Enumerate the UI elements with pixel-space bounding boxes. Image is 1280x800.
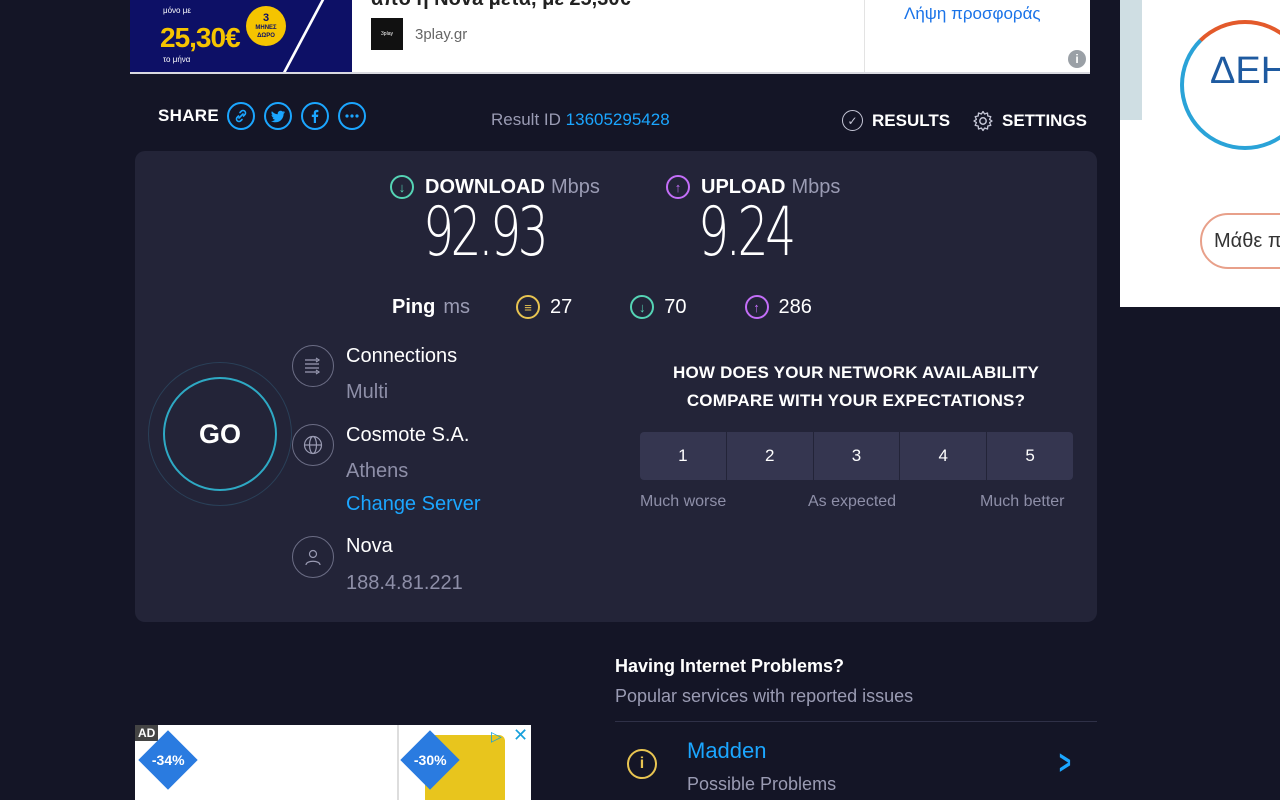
rating-option-1[interactable]: 1	[640, 432, 726, 480]
ip-address: 188.4.81.221	[346, 572, 463, 594]
ping-row: Ping ms ≡ 27 ↓ 70 ↑ 286	[392, 295, 870, 319]
settings-button[interactable]: SETTINGS	[972, 110, 1087, 132]
settings-label: SETTINGS	[1002, 111, 1088, 130]
ad-stripe	[1120, 0, 1142, 120]
twitter-icon[interactable]	[264, 102, 293, 130]
ad-small-text: μόνο με	[163, 6, 191, 15]
change-server-link[interactable]: Change Server	[346, 493, 481, 516]
download-unit: Mbps	[550, 175, 600, 198]
close-icon[interactable]: ✕	[513, 725, 528, 746]
problems-subtitle: Popular services with reported issues	[615, 686, 914, 706]
more-options-icon[interactable]	[338, 102, 367, 130]
rating-high-label: Much better	[980, 493, 1065, 510]
rating-option-5[interactable]: 5	[987, 432, 1073, 480]
server-city: Athens	[346, 460, 409, 482]
user-icon	[292, 536, 334, 578]
share-label: SHARE	[158, 106, 220, 125]
ping-upload: ↑ 286	[744, 295, 812, 319]
results-card: ↓ DOWNLOAD Mbps 92.93 ↑ UPLOAD Mbps 9.24…	[135, 151, 1097, 622]
ad-badge-number: 3	[262, 12, 270, 24]
right-side-ad[interactable]: ΔΕΗ Μάθε περισσότερα	[1120, 0, 1280, 307]
ping-idle-value: 27	[550, 295, 573, 318]
discount-2-text: -30%	[413, 752, 447, 768]
connections-icon	[292, 345, 334, 387]
ping-upload-value: 286	[778, 295, 812, 318]
dei-logo-text: ΔΕΗ	[1210, 50, 1280, 92]
connections-title: Connections	[346, 345, 458, 367]
connections-value: Multi	[346, 381, 389, 403]
ad-tag: AD	[135, 725, 159, 741]
ad-per-month: το μήνα	[163, 55, 191, 64]
ping-download-value: 70	[664, 295, 687, 318]
info-icon: i	[627, 749, 657, 779]
problem-status: Possible Problems	[687, 774, 837, 794]
server-name: Cosmote S.A.	[346, 424, 470, 446]
problem-service-name[interactable]: Madden	[687, 738, 767, 764]
adchoices-icon[interactable]: ▷	[491, 728, 502, 745]
isp-name: Nova	[346, 535, 393, 557]
ad-separator	[397, 725, 399, 800]
results-button[interactable]: ✓ RESULTS	[842, 110, 950, 131]
ping-unit: ms	[443, 295, 471, 318]
share-row: SHARE	[158, 102, 375, 130]
discount-1-text: -34%	[151, 752, 185, 768]
result-id-label: Result ID	[491, 110, 561, 129]
ad-price: 25,30€	[160, 22, 241, 53]
rating-low-label: Much worse	[640, 493, 727, 510]
ping-download: ↓ 70	[630, 295, 687, 319]
rating-option-2[interactable]: 2	[726, 432, 813, 480]
learn-more-button[interactable]: Μάθε περισσότερα	[1200, 213, 1280, 269]
ad-image[interactable]: μόνο με 25,30€ το μήνα 3 ΜΗΝΕΣ ΔΩΡΟ	[130, 0, 352, 72]
globe-icon	[292, 424, 334, 466]
top-banner-ad[interactable]: μόνο με 25,30€ το μήνα 3 ΜΗΝΕΣ ΔΩΡΟ από …	[130, 0, 1090, 74]
upload-arrow-icon: ↑	[666, 175, 690, 199]
ad-offer-link[interactable]: Λήψη προσφοράς	[904, 4, 1041, 24]
go-button[interactable]: GO	[163, 377, 277, 491]
check-circle-icon: ✓	[842, 110, 863, 131]
ad-info-icon[interactable]: i	[1068, 50, 1086, 68]
ad-divider	[864, 0, 865, 72]
upload-unit: Mbps	[791, 175, 841, 198]
rating-option-3[interactable]: 3	[813, 432, 900, 480]
gear-icon	[972, 110, 994, 132]
rating-scale: 1 2 3 4 5	[640, 432, 1073, 480]
result-id: Result ID 13605295428	[491, 110, 670, 130]
download-value: 92.93	[423, 193, 549, 272]
download-latency-icon: ↓	[630, 295, 655, 319]
ping-label: Ping	[392, 295, 436, 318]
ad-domain: 3play.gr	[415, 26, 468, 43]
upload-latency-icon: ↑	[744, 295, 769, 319]
results-label: RESULTS	[872, 110, 951, 130]
upload-value: 9.24	[698, 193, 796, 272]
ad-badge-text: ΜΗΝΕΣ ΔΩΡΟ	[255, 25, 277, 39]
result-id-link[interactable]: 13605295428	[566, 110, 670, 129]
rating-option-4[interactable]: 4	[900, 432, 987, 480]
rating-mid-label: As expected	[808, 493, 897, 510]
idle-latency-icon: ≡	[516, 295, 541, 319]
problems-title: Having Internet Problems?	[615, 656, 845, 676]
bottom-ad[interactable]: AD -34% -30% ▷ ✕	[135, 725, 531, 800]
link-icon[interactable]	[227, 102, 256, 130]
chevron-right-icon[interactable]: >	[1059, 744, 1071, 783]
facebook-icon[interactable]	[301, 102, 330, 130]
problem-item[interactable]: i Madden Possible Problems >	[615, 722, 1097, 800]
ad-logo: 3play	[371, 18, 403, 50]
download-arrow-icon: ↓	[390, 175, 414, 199]
survey-question: HOW DOES YOUR NETWORK AVAILABILITY COMPA…	[673, 363, 1039, 410]
ping-idle: ≡ 27	[516, 295, 572, 319]
ad-headline[interactable]: από η Nova μετά, με 25,30€	[371, 0, 631, 11]
ad-badge: 3 ΜΗΝΕΣ ΔΩΡΟ	[246, 6, 286, 46]
